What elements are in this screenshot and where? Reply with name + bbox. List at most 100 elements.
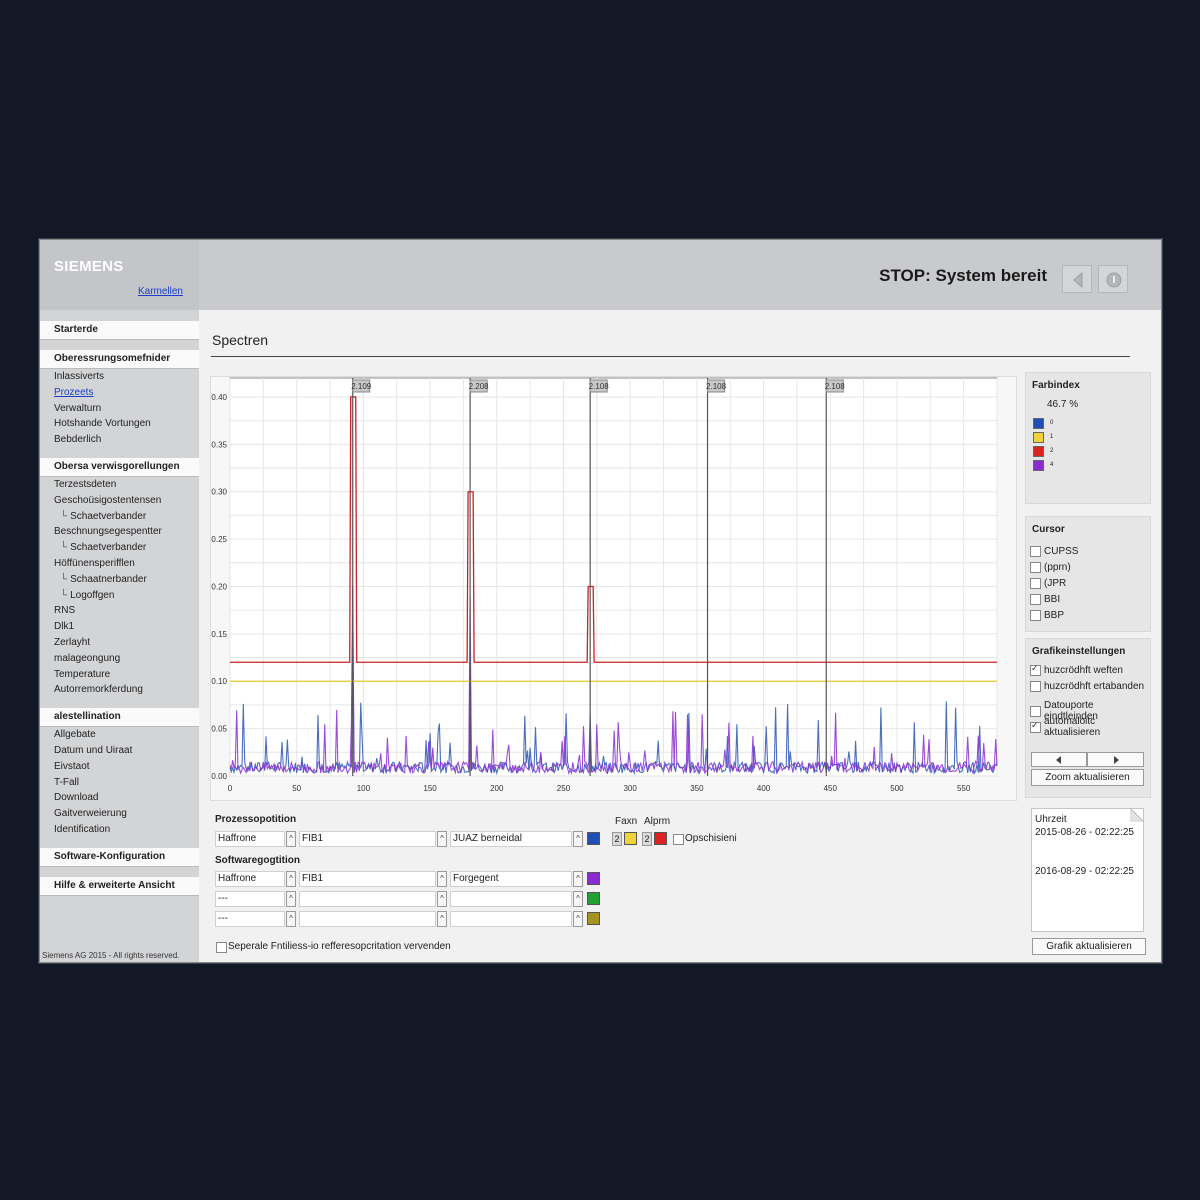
sidebar-item[interactable]: Verwalturn [40, 401, 199, 417]
checkbox[interactable] [1030, 609, 1041, 621]
sidebar-item[interactable]: Allgebate [40, 727, 199, 743]
nav-group-header[interactable]: Software-Konfiguration [40, 847, 199, 867]
sidebar-item[interactable]: Datum und Uiraat [40, 743, 199, 759]
sidebar-item[interactable]: Bebderlich [40, 432, 199, 448]
sidebar-item[interactable]: Autorremorkferdung [40, 682, 199, 698]
software-color-swatch-3[interactable] [587, 912, 600, 925]
sidebar-item[interactable]: Download [40, 790, 199, 806]
nav-group-header[interactable]: Starterde [40, 321, 199, 340]
software-color-swatch-2[interactable] [587, 892, 600, 905]
sidebar-item[interactable]: Prozeets [40, 385, 199, 401]
nav-group-header[interactable]: Obersa verwisgorellungen [40, 457, 199, 477]
cursor-option[interactable]: CUPSS [1026, 543, 1150, 559]
alprm-color-swatch[interactable] [654, 832, 667, 845]
sidebar-item[interactable]: Identification [40, 822, 199, 838]
sidebar-item[interactable]: Inlassiverts [40, 369, 199, 385]
software-field-2[interactable]: FIB1 [299, 871, 436, 887]
software-field-4[interactable]: --- [215, 891, 285, 907]
prev-button[interactable] [1031, 752, 1087, 767]
sidebar-item-label: Schaetverbander [70, 510, 147, 522]
graph-update-button[interactable]: Grafik aktualisieren [1032, 938, 1146, 955]
software-spinner-1[interactable]: ^ [286, 871, 296, 887]
sidebar-item[interactable]: └ Schaatnerbander [40, 572, 199, 588]
sidebar-item[interactable]: Zerlayht [40, 635, 199, 651]
faxn-color-swatch[interactable] [624, 832, 637, 845]
spectrum-chart[interactable]: 0 50 100 150 200 250 300 350 400 450 500 550 0.00 0.0… [211, 377, 1016, 800]
software-field-9[interactable] [450, 911, 572, 927]
software-spinner-8[interactable]: ^ [437, 911, 447, 927]
legend-entry: 1 [1026, 430, 1150, 444]
zoom-update-button[interactable]: Zoom aktualisieren [1031, 769, 1144, 786]
settings-option[interactable]: huzcrödhft ertabanden [1026, 678, 1150, 694]
software-field-1[interactable]: Haffrone [215, 871, 285, 887]
nav-group-header[interactable]: Oberessrungsomefnider [40, 350, 199, 369]
sidebar-item[interactable]: Temperature [40, 667, 199, 683]
back-arrow-icon [1073, 272, 1083, 288]
sidebar-item-label: malageongung [54, 652, 121, 664]
software-field-5[interactable] [299, 891, 436, 907]
sidebar-item[interactable]: Geschoüsigostentensen [40, 493, 199, 509]
info-button[interactable] [1098, 265, 1128, 293]
time-end[interactable]: 2016-08-29 - 02:22:25 [1032, 838, 1143, 877]
options-checkbox[interactable] [673, 834, 684, 845]
software-spinner-4[interactable]: ^ [286, 891, 296, 907]
checkbox[interactable] [1030, 593, 1041, 605]
process-spinner-1[interactable]: ^ [286, 831, 296, 847]
process-spinner-2[interactable]: ^ [437, 831, 447, 847]
legend-swatch [1033, 417, 1044, 429]
checkbox[interactable] [1030, 663, 1041, 676]
sidebar-item[interactable]: Eivstaot [40, 759, 199, 775]
checkbox[interactable] [1030, 680, 1041, 692]
checkbox[interactable] [1030, 705, 1041, 717]
checkbox[interactable] [1030, 720, 1041, 733]
sidebar-item[interactable]: malageongung [40, 651, 199, 667]
graphics-settings-panel: Grafikeinstellungen huzcrödhft weften hu… [1025, 638, 1151, 798]
software-color-swatch-1[interactable] [587, 872, 600, 885]
cursor-option[interactable]: (pprn) [1026, 559, 1150, 575]
software-field-8[interactable] [299, 911, 436, 927]
checkbox[interactable] [1030, 545, 1041, 557]
sidebar-item[interactable]: └ Schaetverbander [40, 509, 199, 525]
faxn-number[interactable]: 2 [612, 832, 622, 846]
checkbox[interactable] [1030, 561, 1041, 573]
settings-option[interactable]: automaloitc aktualisieren [1026, 716, 1150, 738]
software-field-3[interactable]: Forgegent [450, 871, 572, 887]
software-spinner-7[interactable]: ^ [286, 911, 296, 927]
alprm-number[interactable]: 2 [642, 832, 652, 846]
sidebar-item[interactable]: RNS [40, 603, 199, 619]
software-field-6[interactable] [450, 891, 572, 907]
nav-group-header[interactable]: Hilfe & erweiterte Ansicht [40, 876, 199, 896]
process-field-3[interactable]: JUAZ berneidal [450, 831, 572, 847]
sidebar-item[interactable]: Höffünensperifflen [40, 556, 199, 572]
software-spinner-9[interactable]: ^ [573, 911, 583, 927]
sidebar-item[interactable]: └ Schaetverbander [40, 540, 199, 556]
separate-footer-checkbox[interactable] [216, 942, 227, 953]
process-spinner-3[interactable]: ^ [573, 831, 583, 847]
cursor-option[interactable]: BBP [1026, 607, 1150, 623]
process-color-swatch[interactable] [587, 832, 600, 845]
software-spinner-5[interactable]: ^ [437, 891, 447, 907]
sidebar-item[interactable]: Dlk1 [40, 619, 199, 635]
software-field-7[interactable]: --- [215, 911, 285, 927]
sidebar-item[interactable]: Hotshande Vortungen [40, 416, 199, 432]
next-button[interactable] [1087, 752, 1144, 767]
sidebar-item[interactable]: └ Logoffgen [40, 588, 199, 604]
sidebar-item[interactable]: T-Fall [40, 775, 199, 791]
user-link[interactable]: Karmellen [138, 286, 183, 297]
software-spinner-2[interactable]: ^ [437, 871, 447, 887]
checkbox[interactable] [1030, 577, 1041, 589]
software-spinner-3[interactable]: ^ [573, 871, 583, 887]
sidebar-item-label: Bebderlich [54, 434, 102, 446]
process-field-1[interactable]: Haffrone [215, 831, 285, 847]
cursor-option[interactable]: (JPR [1026, 575, 1150, 591]
software-spinner-6[interactable]: ^ [573, 891, 583, 907]
sidebar-item[interactable]: Gaitverweierung [40, 806, 199, 822]
sidebar-item[interactable]: Beschnungsegespentter [40, 524, 199, 540]
back-button[interactable] [1062, 265, 1092, 293]
time-start[interactable]: 2015-08-26 - 02:22:25 [1032, 825, 1143, 838]
process-field-2[interactable]: FIB1 [299, 831, 436, 847]
cursor-option[interactable]: BBI [1026, 591, 1150, 607]
sidebar-item[interactable]: Terzestsdeten [40, 477, 199, 493]
nav-group-header[interactable]: alestellination [40, 708, 199, 728]
settings-option[interactable]: huzcrödhft weften [1026, 662, 1150, 678]
